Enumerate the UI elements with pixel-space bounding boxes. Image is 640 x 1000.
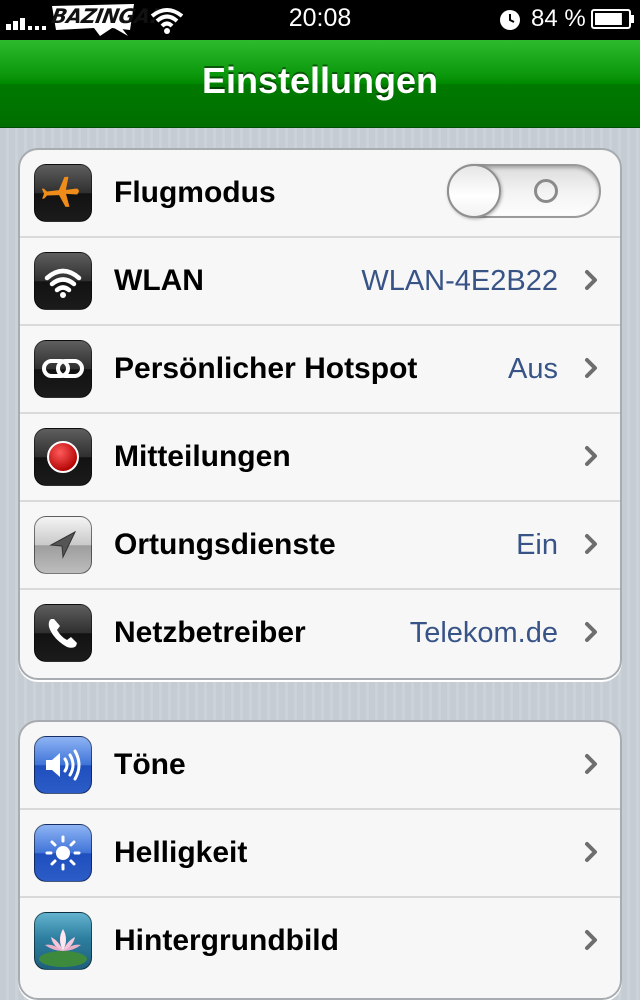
settings-row-netzbetreiber[interactable]: Netzbetreiber Telekom.de	[20, 590, 620, 678]
page-title: Einstellungen	[201, 60, 439, 101]
chevron-right-icon	[585, 930, 597, 950]
chevron-right-icon	[585, 842, 597, 862]
settings-row-value: Telekom.de	[409, 617, 558, 649]
settings-row-label: Ortungsdienste	[114, 528, 336, 561]
settings-row-label: Persönlicher Hotspot	[114, 352, 418, 385]
chevron-right-icon	[585, 622, 597, 642]
settings-row-wlan[interactable]: WLAN WLAN-4E2B22	[20, 238, 620, 326]
settings-row-label: WLAN	[114, 264, 204, 297]
settings-row-flugmodus[interactable]: Flugmodus	[20, 150, 620, 238]
settings-row-label: Flugmodus	[114, 176, 276, 209]
chevron-right-icon	[585, 358, 597, 378]
settings-row-label: Hintergrundbild	[114, 924, 339, 957]
chevron-right-icon	[585, 754, 597, 774]
settings-row-ortungsdienste[interactable]: Ortungsdienste Ein	[20, 502, 620, 590]
settings-row-hotspot[interactable]: Persönlicher Hotspot Aus	[20, 326, 620, 414]
settings-row-mitteilungen[interactable]: Mitteilungen	[20, 414, 620, 502]
chevron-right-icon	[585, 446, 597, 466]
hotspot-icon	[34, 340, 92, 398]
airplane-mode-toggle[interactable]	[447, 164, 601, 218]
settings-row-helligkeit[interactable]: Helligkeit	[20, 810, 620, 898]
settings-row-value: Ein	[516, 529, 558, 561]
battery-percent: 84 %	[531, 5, 586, 32]
settings-row-hintergrundbild[interactable]: Hintergrundbild	[20, 898, 620, 986]
status-bar: BAZINGA! 20:08 84 %	[0, 0, 640, 40]
alarm-clock-icon	[500, 10, 520, 30]
phone-icon	[34, 604, 92, 662]
wallpaper-icon	[34, 912, 92, 970]
chevron-right-icon	[585, 534, 597, 554]
location-icon	[34, 516, 92, 574]
toggle-knob[interactable]	[447, 164, 501, 218]
chevron-right-icon	[585, 270, 597, 290]
sounds-icon	[34, 736, 92, 794]
notifications-icon	[34, 428, 92, 486]
airplane-icon	[34, 164, 92, 222]
brightness-icon	[34, 824, 92, 882]
settings-group-display: Töne Helligkeit Hintergrundbild	[18, 720, 622, 1000]
battery-icon	[591, 9, 634, 29]
navigation-bar: Einstellungen	[0, 40, 640, 128]
settings-group-connectivity: Flugmodus WLAN WLAN-4E2B22 Persönlicher …	[18, 148, 622, 680]
toggle-off-indicator-icon	[534, 179, 558, 203]
settings-row-label: Töne	[114, 748, 186, 781]
wifi-icon	[34, 252, 92, 310]
settings-row-value: WLAN-4E2B22	[361, 265, 558, 297]
settings-row-label: Helligkeit	[114, 836, 248, 869]
settings-row-label: Netzbetreiber	[114, 616, 306, 649]
settings-row-label: Mitteilungen	[114, 440, 291, 473]
settings-row-value: Aus	[508, 353, 558, 385]
settings-row-toene[interactable]: Töne	[20, 722, 620, 810]
